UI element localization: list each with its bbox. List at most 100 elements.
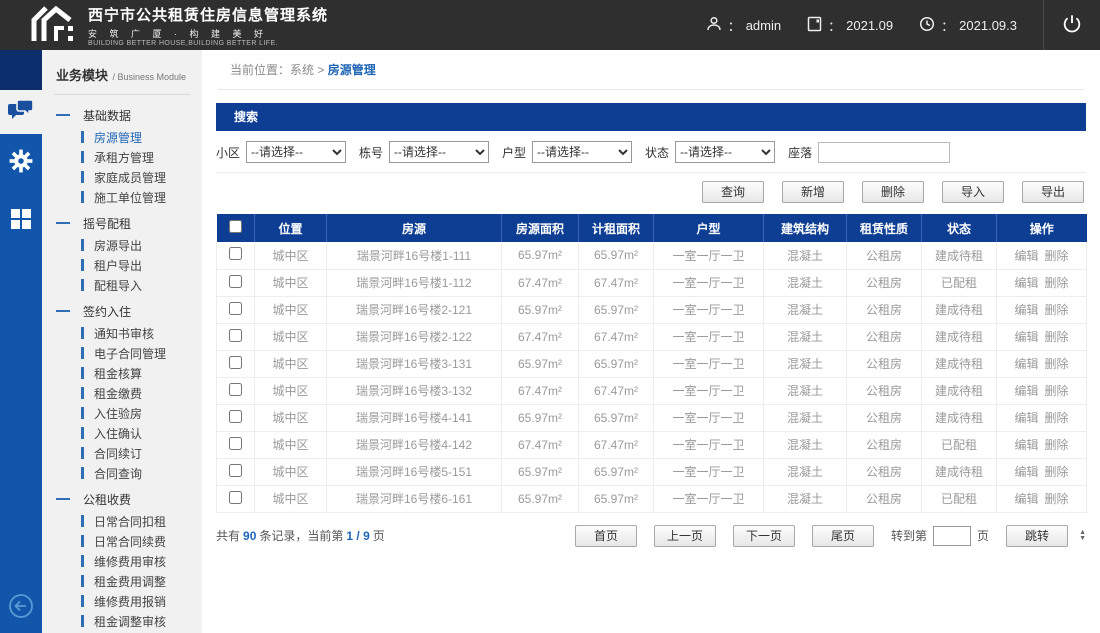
row-select-cell [217, 431, 255, 458]
edit-link[interactable]: 编辑 [1014, 330, 1038, 344]
location-cell: 城中区 [255, 377, 327, 404]
breadcrumb-current-link[interactable]: 房源管理 [328, 63, 376, 77]
row-checkbox[interactable] [229, 464, 242, 477]
goto-page-input[interactable] [933, 526, 971, 546]
add-button[interactable]: 新增 [782, 181, 844, 203]
nature-cell: 公租房 [847, 242, 922, 269]
delete-link[interactable]: 删除 [1045, 438, 1069, 452]
jump-button[interactable]: 跳转 [1006, 525, 1068, 547]
sidebar-item-label: 入住验房 [94, 405, 142, 422]
delete-link[interactable]: 删除 [1045, 330, 1069, 344]
period-sep: ： [828, 16, 841, 35]
delete-link[interactable]: 删除 [1045, 384, 1069, 398]
edit-link[interactable]: 编辑 [1014, 465, 1038, 479]
sidebar-group[interactable]: 基础数据 [42, 103, 202, 127]
sidebar-group[interactable]: 签约入住 [42, 299, 202, 323]
edit-link[interactable]: 编辑 [1014, 303, 1038, 317]
sidebar-item[interactable]: 家庭成员管理 [42, 167, 202, 187]
row-checkbox[interactable] [229, 410, 242, 423]
filter-select[interactable]: --请选择-- [675, 141, 775, 163]
sidebar-group[interactable]: 摇号配租 [42, 211, 202, 235]
sidebar-item-label: 配租导入 [94, 277, 142, 294]
sidebar-item[interactable]: 日常合同续费 [42, 531, 202, 551]
collapse-sidebar-button[interactable] [0, 592, 42, 625]
row-checkbox[interactable] [229, 491, 242, 504]
sidebar-item[interactable]: 租户导出 [42, 255, 202, 275]
sidebar-item-label: 租金核算 [94, 365, 142, 382]
delete-button[interactable]: 删除 [862, 181, 924, 203]
prev-page-button[interactable]: 上一页 [654, 525, 716, 547]
delete-link[interactable]: 删除 [1045, 492, 1069, 506]
sidebar-item[interactable]: 电子合同管理 [42, 343, 202, 363]
pager-buttons: 首页上一页下一页尾页 [575, 525, 874, 547]
row-checkbox[interactable] [229, 329, 242, 342]
sidebar-item[interactable]: 租金缴费 [42, 383, 202, 403]
row-checkbox[interactable] [229, 275, 242, 288]
sidebar-item[interactable]: 通知书审核 [42, 323, 202, 343]
delete-link[interactable]: 删除 [1045, 276, 1069, 290]
icon-rail [0, 50, 42, 633]
page-spinner[interactable]: ▲▼ [1079, 530, 1086, 542]
import-button[interactable]: 导入 [942, 181, 1004, 203]
nature-cell: 公租房 [847, 323, 922, 350]
query-button[interactable]: 查询 [702, 181, 764, 203]
filter-select[interactable]: --请选择-- [532, 141, 632, 163]
last-page-button[interactable]: 尾页 [812, 525, 874, 547]
sidebar-group[interactable]: 公租收费 [42, 487, 202, 511]
apps-grid-rail-button[interactable] [0, 192, 42, 250]
delete-link[interactable]: 删除 [1045, 249, 1069, 263]
filter-select[interactable]: --请选择-- [389, 141, 489, 163]
structure-cell: 混凝土 [764, 269, 847, 296]
row-checkbox[interactable] [229, 437, 242, 450]
area-cell: 67.47m² [502, 269, 579, 296]
item-bar-icon [81, 407, 84, 419]
area-cell: 65.97m² [502, 242, 579, 269]
sidebar-item[interactable]: 租金费用调整 [42, 571, 202, 591]
edit-link[interactable]: 编辑 [1014, 249, 1038, 263]
edit-link[interactable]: 编辑 [1014, 492, 1038, 506]
row-checkbox[interactable] [229, 302, 242, 315]
sidebar-item[interactable]: 房源管理 [42, 127, 202, 147]
sidebar-item[interactable]: 入住确认 [42, 423, 202, 443]
delete-link[interactable]: 删除 [1045, 465, 1069, 479]
row-checkbox[interactable] [229, 356, 242, 369]
sidebar-item[interactable]: 配租导入 [42, 275, 202, 295]
delete-link[interactable]: 删除 [1045, 411, 1069, 425]
sidebar-item[interactable]: 入住验房 [42, 403, 202, 423]
export-button[interactable]: 导出 [1022, 181, 1084, 203]
logout-button[interactable] [1044, 13, 1100, 38]
sidebar-item[interactable]: 日常合同扣租 [42, 511, 202, 531]
edit-link[interactable]: 编辑 [1014, 276, 1038, 290]
row-checkbox[interactable] [229, 247, 242, 260]
grid-icon [9, 207, 33, 236]
business-module-rail-button[interactable] [0, 90, 42, 134]
breadcrumb-root-link[interactable]: 系统 [290, 63, 314, 77]
sidebar-item[interactable]: 租金核算 [42, 363, 202, 383]
sidebar-item[interactable]: 合同查询 [42, 463, 202, 483]
sidebar-item[interactable]: 维修费用报销 [42, 591, 202, 611]
rent-area-cell: 65.97m² [579, 296, 654, 323]
edit-link[interactable]: 编辑 [1014, 357, 1038, 371]
first-page-button[interactable]: 首页 [575, 525, 637, 547]
edit-link[interactable]: 编辑 [1014, 384, 1038, 398]
settings-rail-button[interactable] [0, 134, 42, 192]
sidebar-item[interactable]: 房源导出 [42, 235, 202, 255]
delete-link[interactable]: 删除 [1045, 357, 1069, 371]
edit-link[interactable]: 编辑 [1014, 411, 1038, 425]
next-page-button[interactable]: 下一页 [733, 525, 795, 547]
sidebar-item[interactable]: 维修费用审核 [42, 551, 202, 571]
row-checkbox[interactable] [229, 383, 242, 396]
sidebar-item[interactable]: 承租方管理 [42, 147, 202, 167]
sidebar-item[interactable]: 合同续订 [42, 443, 202, 463]
delete-link[interactable]: 删除 [1045, 303, 1069, 317]
filter-select[interactable]: --请选择-- [246, 141, 346, 163]
filter-label: 座落 [788, 144, 812, 161]
nature-cell: 公租房 [847, 269, 922, 296]
item-bar-icon [81, 279, 84, 291]
sidebar-item[interactable]: 施工单位管理 [42, 187, 202, 207]
location-input[interactable] [818, 142, 950, 163]
sidebar-item[interactable]: 租金调整审核 [42, 611, 202, 631]
edit-link[interactable]: 编辑 [1014, 438, 1038, 452]
location-cell: 城中区 [255, 269, 327, 296]
select-all-checkbox[interactable] [229, 220, 242, 233]
